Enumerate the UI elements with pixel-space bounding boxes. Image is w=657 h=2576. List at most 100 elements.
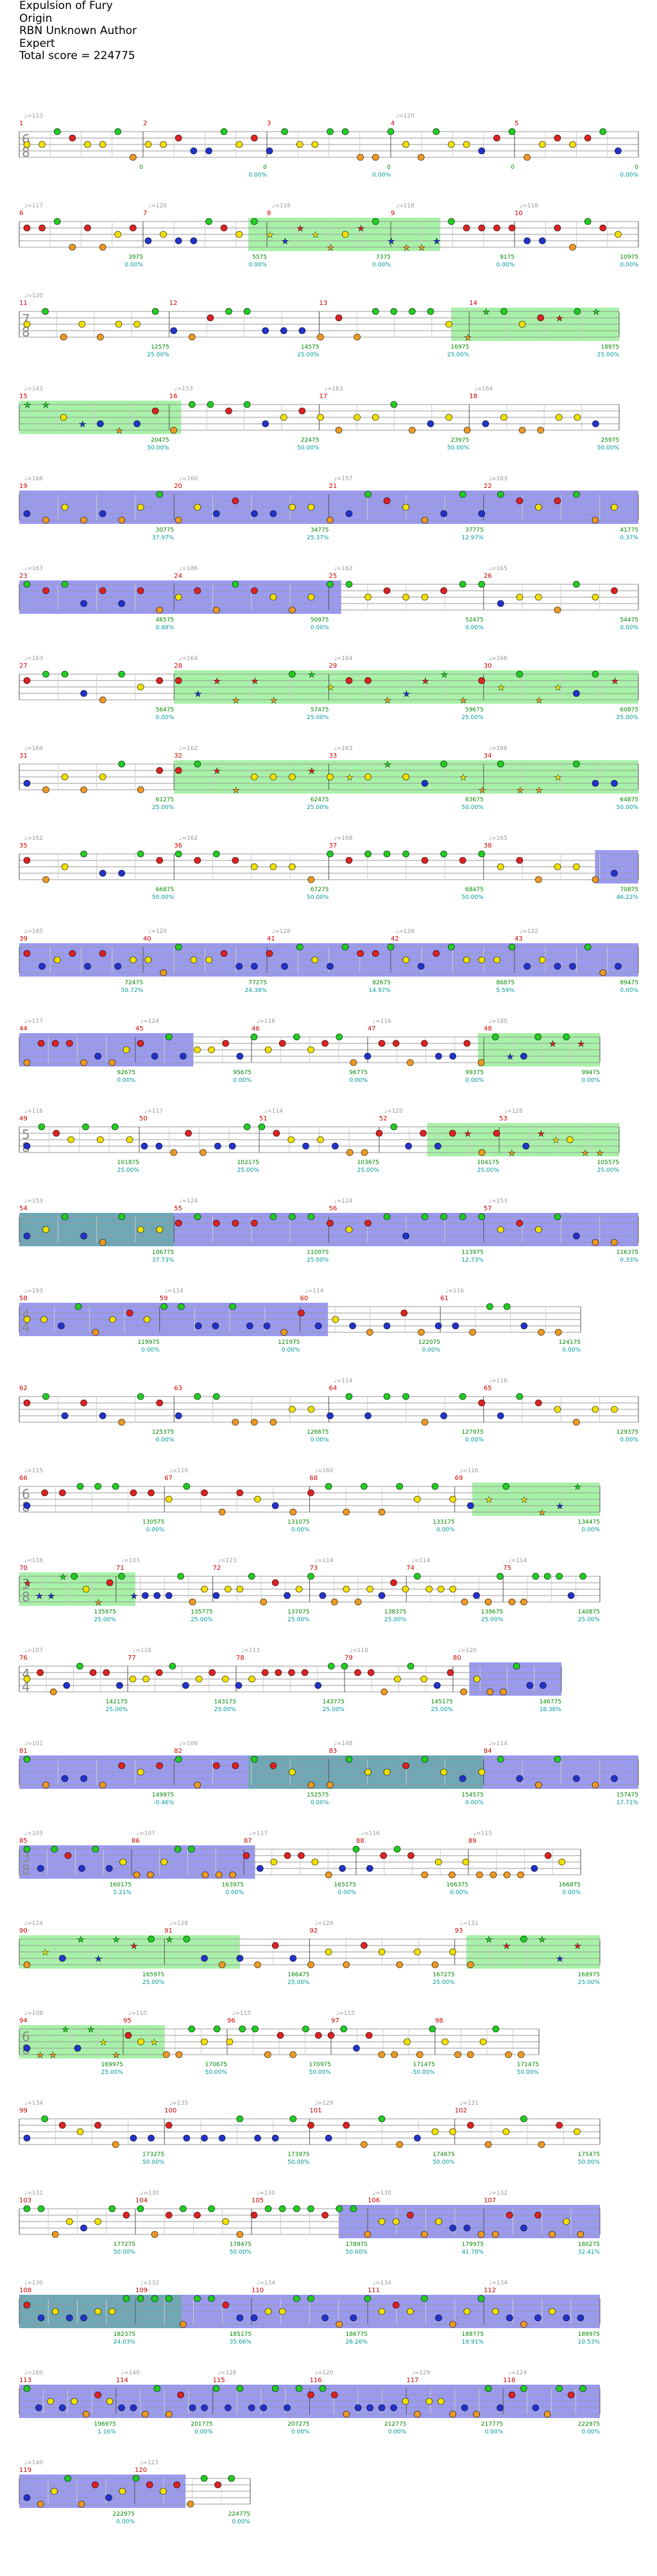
note-gem <box>500 308 508 315</box>
note-gem <box>435 1052 442 1060</box>
note-gem <box>185 1129 192 1137</box>
measure-number: 104 <box>135 2197 148 2204</box>
note-gem <box>307 2205 314 2213</box>
note-gem <box>71 2398 78 2405</box>
measure-number: 69 <box>455 1475 463 1482</box>
note-gem <box>84 224 91 232</box>
note-gem <box>130 956 137 964</box>
note-gem <box>372 218 379 225</box>
staff-row: 1♩=1130200.00%300.00%4♩=1200500.00%68 <box>19 113 639 178</box>
note-gem <box>491 2231 499 2238</box>
measure-score: 34775 <box>311 527 329 534</box>
measure-score: 137075 <box>287 1609 309 1615</box>
note-gem <box>114 962 122 970</box>
star-note: ★ <box>166 1935 173 1945</box>
note-gem <box>592 1239 599 1246</box>
note-gem <box>516 593 524 601</box>
note-gem <box>307 1961 314 1969</box>
measure-number: 94 <box>19 2017 28 2024</box>
measure-score: 167275 <box>432 1972 454 1978</box>
measure-number: 1 <box>19 120 23 127</box>
note-gem <box>118 2404 125 2412</box>
note-gem <box>132 2475 140 2482</box>
measure-percent: 25.37% <box>307 535 329 541</box>
measure-number: 97 <box>331 2017 339 2024</box>
measure-number: 8 <box>267 210 271 217</box>
note-gem <box>59 2404 66 2412</box>
measure-score: 125375 <box>152 1429 174 1436</box>
staff-row: 31♩=1646127525.00%32♩=1626247525.00%33♩=… <box>19 745 639 811</box>
measure-score: 154575 <box>461 1792 483 1798</box>
tempo-marking: ♩=117 <box>249 1831 268 1837</box>
note-gem <box>452 1322 459 1330</box>
note-gem <box>307 1781 315 1789</box>
note-gem <box>592 1405 599 1413</box>
note-gem <box>367 1669 375 1676</box>
note-gem <box>126 1309 133 1317</box>
measure-score: 124175 <box>559 1339 581 1346</box>
note-gem <box>118 760 125 768</box>
note-gem <box>180 2320 187 2328</box>
note-gem <box>165 2121 173 2129</box>
note-gem <box>307 2295 314 2302</box>
measure-percent: 0.00% <box>156 715 175 721</box>
note-gem <box>325 1871 332 1879</box>
measure-number: 19 <box>19 483 28 490</box>
measure-number: 77 <box>128 1655 136 1662</box>
note-gem <box>416 2051 423 2058</box>
measure-score: 143175 <box>214 1699 236 1705</box>
note-gem <box>118 1418 125 1426</box>
measure-percent: 0.00% <box>562 1890 581 1896</box>
tempo-marking: ♩=163 <box>325 386 343 392</box>
note-gem <box>147 1871 154 1879</box>
measure-percent: 50.00% <box>205 2069 228 2076</box>
note-gem <box>148 2134 155 2142</box>
note-gem <box>63 1682 71 1689</box>
note-gem <box>51 2487 58 2495</box>
note-gem <box>189 401 196 408</box>
measure-number: 41 <box>267 936 275 943</box>
staff-row: 66♩=1151305750.00%67♩=1161310750.00%68♩=… <box>19 1468 601 1533</box>
note-gem <box>516 670 524 678</box>
tempo-marking: ♩=123 <box>218 1558 237 1564</box>
note-gem <box>123 1046 130 1054</box>
note-gem <box>425 1585 433 1593</box>
measure-score: 113975 <box>461 1249 483 1256</box>
star-note: ★ <box>95 1598 103 1608</box>
note-gem <box>51 1040 59 1047</box>
note-gem <box>383 497 391 505</box>
note-gem <box>188 2025 196 2033</box>
note-gem <box>271 1942 279 1949</box>
note-gem <box>378 2308 386 2315</box>
star-note: ★ <box>596 1149 604 1158</box>
note-gem <box>432 128 440 135</box>
note-gem <box>194 1393 201 1400</box>
note-gem <box>554 497 561 505</box>
note-gem <box>37 1865 44 1872</box>
staff-row: 23♩=163465750.88%24♩=186509750.00%25♩=16… <box>19 566 639 631</box>
note-gem <box>440 760 447 768</box>
measure-score: 7375 <box>376 254 391 261</box>
note-gem <box>232 1219 239 1227</box>
note-gem <box>194 587 201 595</box>
note-gem <box>449 2128 457 2136</box>
note-gem <box>459 1775 466 1782</box>
note-gem <box>262 327 269 335</box>
note-gem <box>200 2475 208 2482</box>
measure-score: 60875 <box>620 707 638 713</box>
note-gem <box>579 2385 586 2392</box>
note-gem <box>69 134 76 142</box>
measure-score: 82675 <box>372 980 391 986</box>
note-gem <box>584 134 592 142</box>
tempo-marking: ♩=110 <box>128 2010 147 2017</box>
note-gem <box>269 593 277 601</box>
note-gem <box>378 2404 386 2412</box>
note-gem <box>592 779 599 787</box>
measure-percent: 0.00% <box>620 262 638 268</box>
note-gem <box>47 2398 55 2405</box>
measure-percent: 25.00% <box>94 1617 117 1623</box>
note-gem <box>23 1142 31 1150</box>
measure-number: 92 <box>310 1928 318 1935</box>
measure-number: 116 <box>310 2377 322 2384</box>
note-gem <box>99 510 107 518</box>
